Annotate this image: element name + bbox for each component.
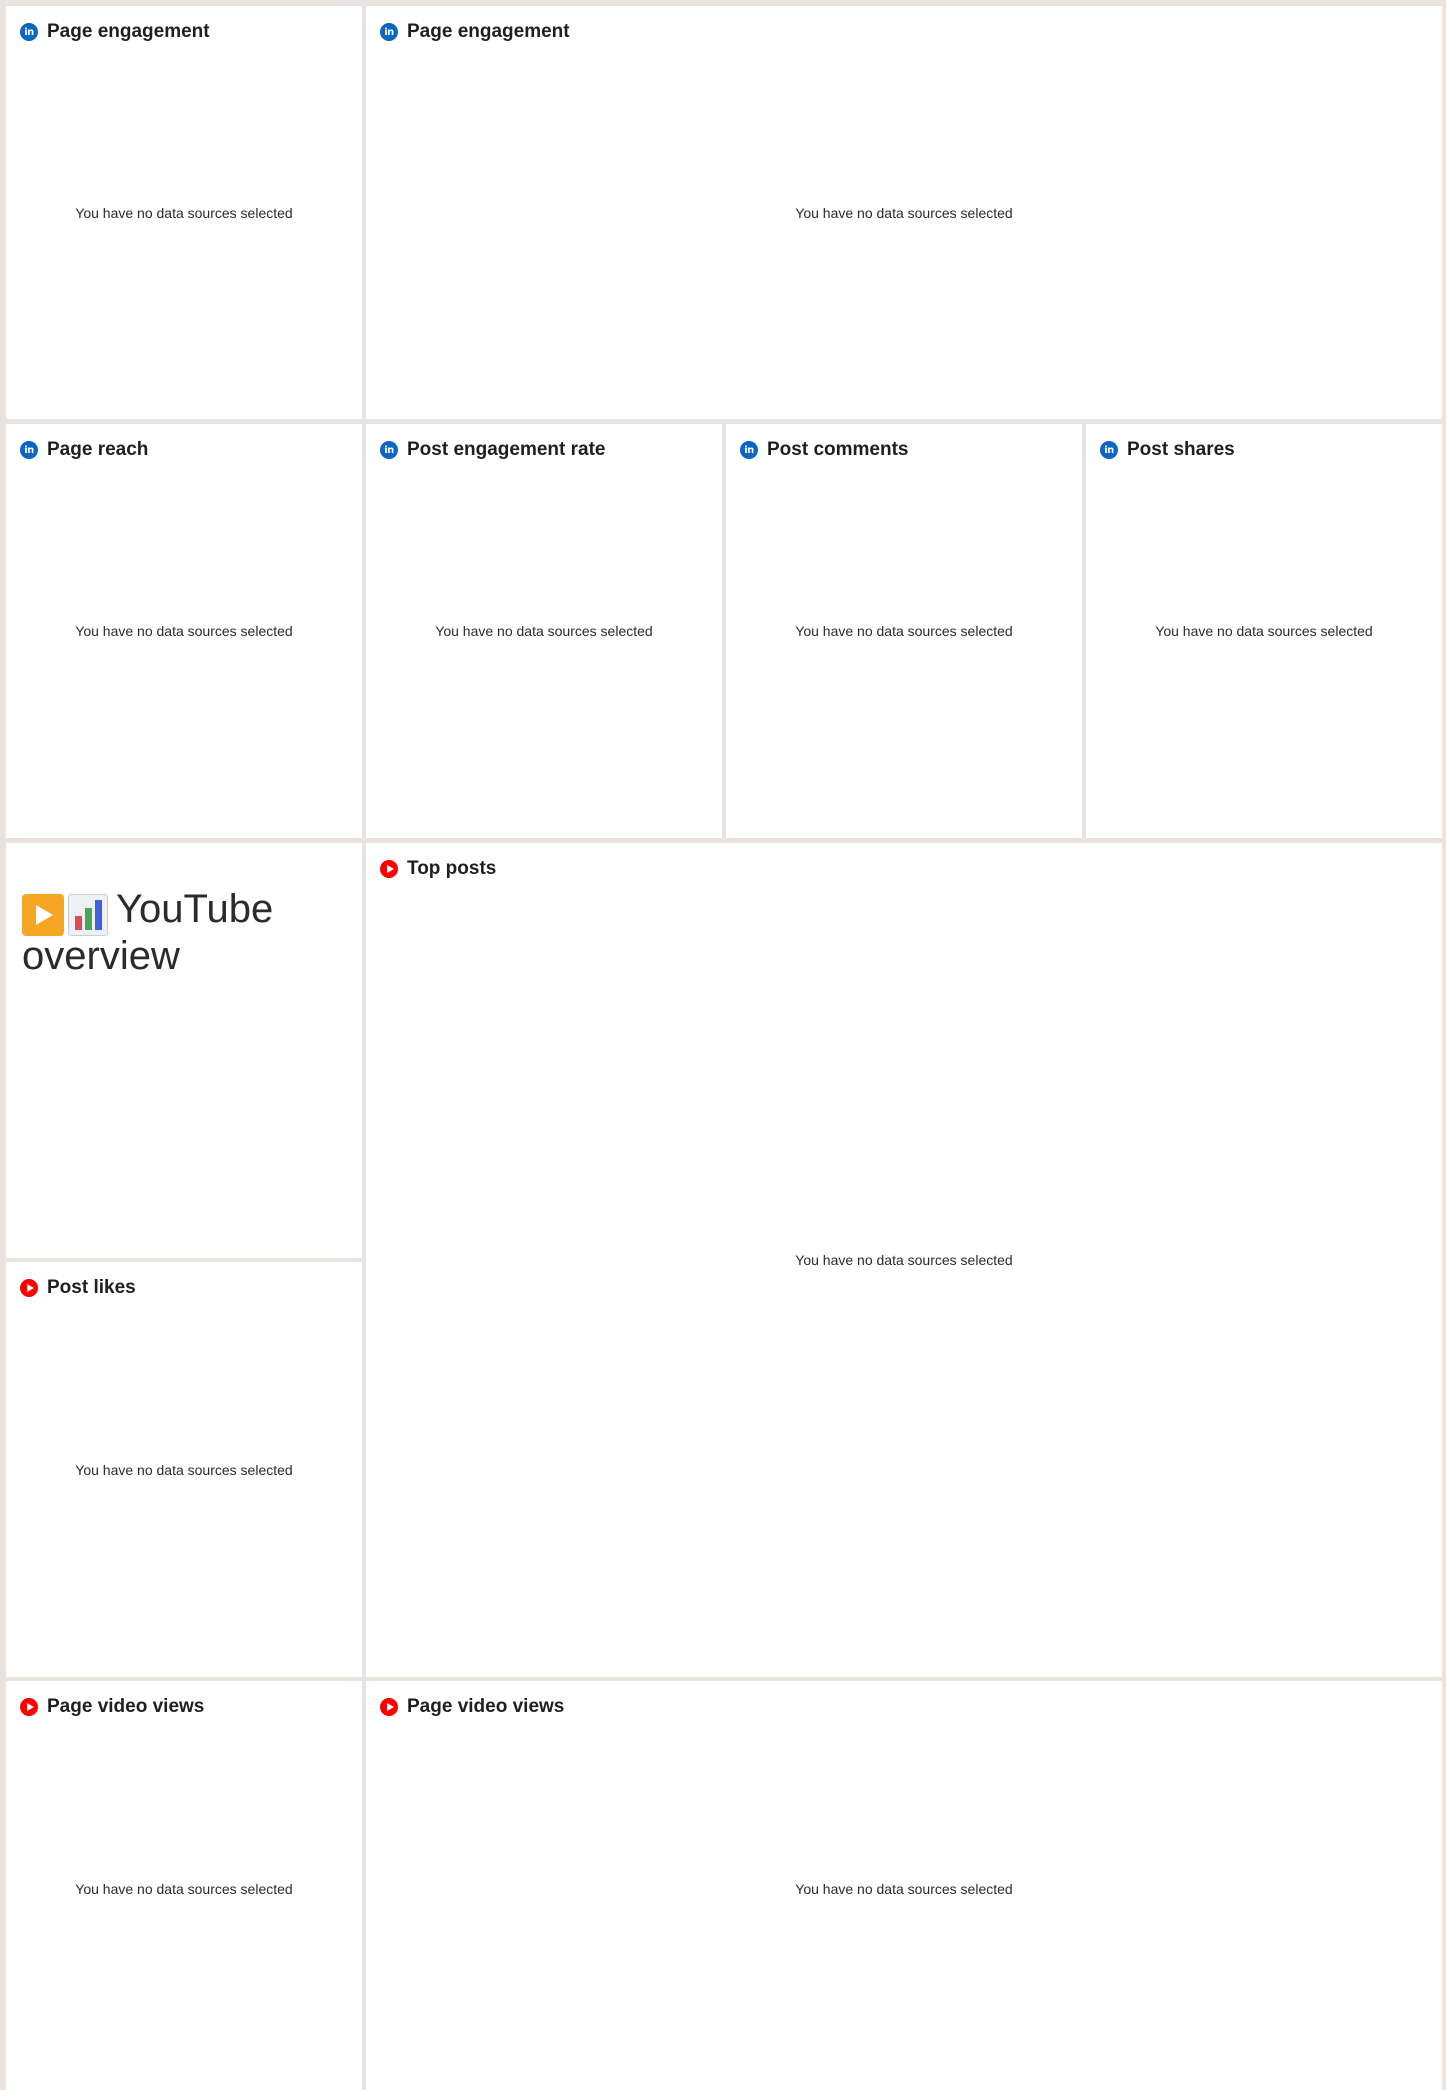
- widget-title: Top posts: [407, 858, 497, 879]
- widget-page-video-views[interactable]: Page video views You have no data source…: [6, 1681, 362, 2090]
- linkedin-icon: in: [380, 441, 398, 459]
- empty-state-message: You have no data sources selected: [435, 623, 653, 639]
- empty-state-message: You have no data sources selected: [75, 1880, 293, 1897]
- widget-post-comments[interactable]: in Post comments You have no data source…: [726, 424, 1082, 838]
- linkedin-icon: in: [740, 441, 758, 459]
- empty-state-message: You have no data sources selected: [75, 1461, 293, 1478]
- widget-header: in Page engagement: [380, 20, 570, 44]
- widget-header: in Post shares: [1100, 438, 1235, 462]
- widget-title: Page engagement: [407, 21, 570, 42]
- youtube-icon: [380, 860, 398, 878]
- widget-page-reach[interactable]: in Page reach You have no data sources s…: [6, 424, 362, 838]
- empty-state-message: You have no data sources selected: [75, 623, 293, 639]
- empty-state-message: You have no data sources selected: [795, 623, 1013, 639]
- widget-header: Post likes: [20, 1276, 136, 1300]
- bar-chart-icon: [68, 894, 108, 937]
- widget-section-header: YouTube overview: [6, 843, 362, 1258]
- linkedin-icon: in: [20, 441, 38, 459]
- widget-header: in Page reach: [20, 438, 148, 462]
- widget-header: in Page engagement: [20, 20, 210, 44]
- widget-page-engagement-wide[interactable]: in Page engagement You have no data sour…: [366, 6, 1442, 419]
- widget-title: Post comments: [767, 439, 909, 460]
- youtube-icon: [20, 1698, 38, 1716]
- widget-post-likes[interactable]: Post likes You have no data sources sele…: [6, 1262, 362, 1677]
- empty-state-message: You have no data sources selected: [795, 1252, 1013, 1268]
- empty-state-message: You have no data sources selected: [1155, 623, 1373, 639]
- empty-state-message: You have no data sources selected: [795, 1880, 1013, 1897]
- widget-title: Post engagement rate: [407, 439, 606, 460]
- widget-title: Page reach: [47, 439, 149, 460]
- youtube-icon: [20, 1279, 38, 1297]
- section-header: YouTube overview: [22, 889, 362, 977]
- widget-header: in Post engagement rate: [380, 438, 606, 462]
- widget-title: Page engagement: [47, 21, 210, 42]
- widget-title: Post likes: [47, 1277, 136, 1298]
- widget-title: Page video views: [47, 1696, 205, 1717]
- section-header-icons: [22, 893, 116, 937]
- widget-post-shares[interactable]: in Post shares You have no data sources …: [1086, 424, 1442, 838]
- widget-title: Page video views: [407, 1696, 565, 1717]
- empty-state-message: You have no data sources selected: [75, 204, 293, 221]
- widget-page-video-views-wide[interactable]: Page video views You have no data source…: [366, 1681, 1442, 2090]
- widget-page-engagement[interactable]: in Page engagement You have no data sour…: [6, 6, 362, 419]
- widget-top-posts[interactable]: Top posts You have no data sources selec…: [366, 843, 1442, 1677]
- widget-header: in Post comments: [740, 438, 908, 462]
- linkedin-icon: in: [20, 23, 38, 41]
- linkedin-icon: in: [380, 23, 398, 41]
- widget-header: Top posts: [380, 857, 496, 881]
- play-button-icon: [22, 894, 64, 937]
- youtube-icon: [380, 1698, 398, 1716]
- widget-title: Post shares: [1127, 439, 1235, 460]
- empty-state-message: You have no data sources selected: [795, 204, 1013, 221]
- linkedin-icon: in: [1100, 441, 1118, 459]
- widget-header: Page video views: [380, 1695, 564, 1719]
- widget-header: Page video views: [20, 1695, 204, 1719]
- widget-post-engagement-rate[interactable]: in Post engagement rate You have no data…: [366, 424, 722, 838]
- dashboard-grid: in Page engagement You have no data sour…: [0, 0, 1446, 2090]
